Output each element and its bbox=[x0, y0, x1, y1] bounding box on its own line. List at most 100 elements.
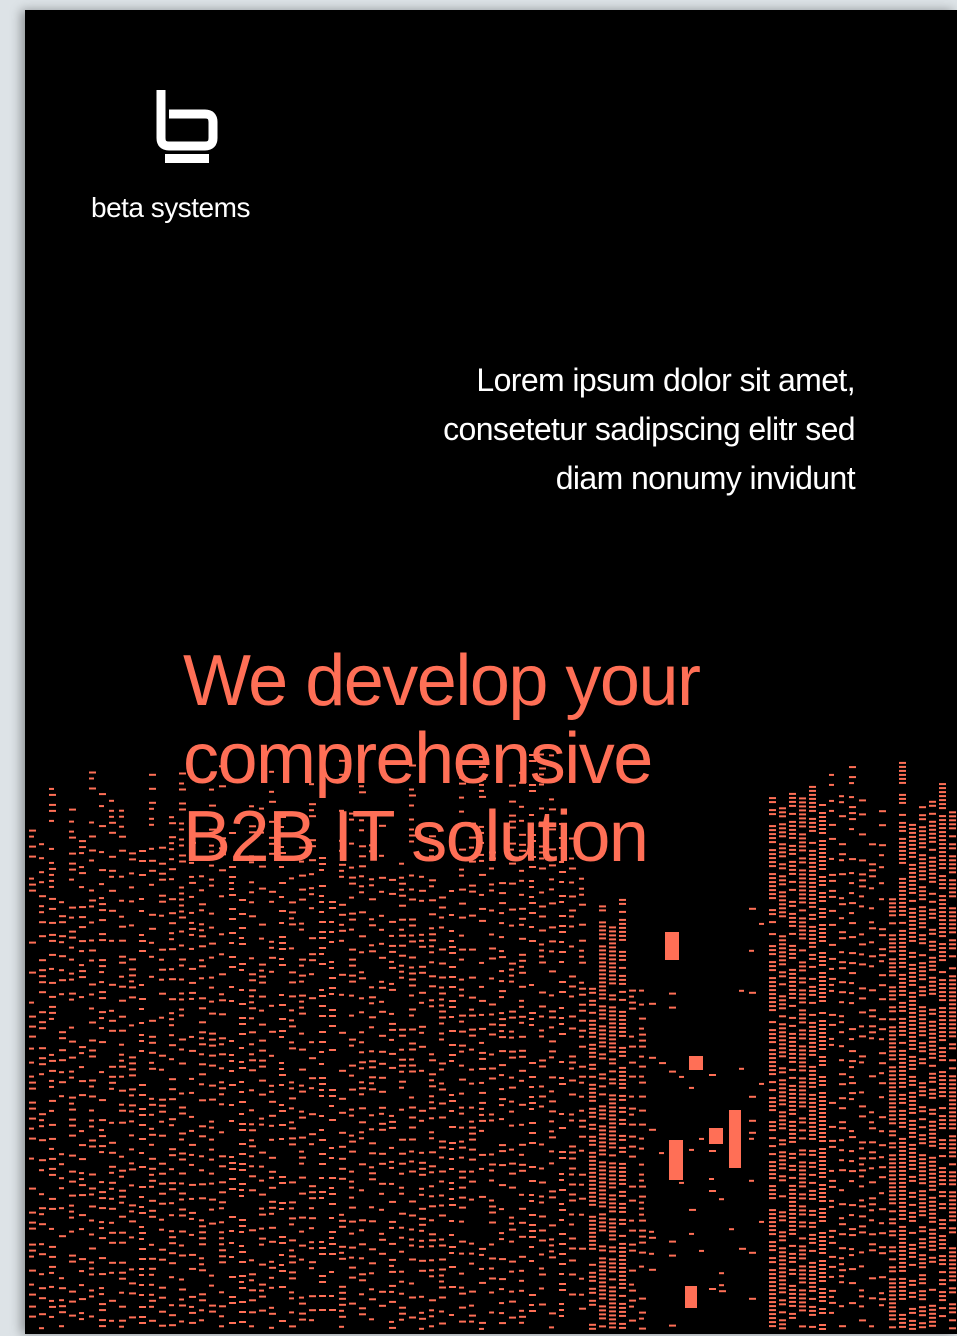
pattern-stripe bbox=[589, 999, 596, 1002]
pattern-stripe bbox=[929, 832, 936, 835]
pattern-stripe bbox=[469, 1170, 474, 1173]
pattern-stripe bbox=[819, 1324, 826, 1326]
pattern-stripe bbox=[299, 1012, 306, 1015]
pattern-stripe bbox=[39, 857, 44, 860]
pattern-stripe bbox=[839, 897, 844, 900]
pattern-stripe bbox=[929, 1304, 936, 1307]
pattern-stripe bbox=[519, 1315, 526, 1318]
pattern-stripe bbox=[829, 799, 834, 802]
pattern-stripe bbox=[609, 958, 616, 961]
pattern-stripe bbox=[99, 919, 106, 922]
pattern-stripe bbox=[169, 1214, 174, 1217]
pattern-stripe bbox=[459, 1156, 464, 1159]
pattern-stripe bbox=[309, 907, 314, 910]
pattern-stripe bbox=[369, 1220, 376, 1223]
pattern-stripe bbox=[329, 1119, 336, 1121]
pattern-stripe bbox=[819, 1152, 826, 1154]
pattern-stripe bbox=[939, 895, 946, 898]
pattern-stripe bbox=[819, 1120, 826, 1122]
pattern-stripe bbox=[799, 989, 806, 992]
pattern-stripe bbox=[629, 1289, 636, 1292]
pattern-stripe bbox=[169, 1182, 176, 1185]
pattern-stripe bbox=[819, 1220, 826, 1222]
pattern-stripe bbox=[289, 1009, 294, 1012]
pattern-stripe bbox=[419, 1269, 426, 1272]
pattern-stripe bbox=[809, 901, 816, 904]
pattern-stripe bbox=[809, 1269, 816, 1272]
pattern-stripe bbox=[129, 1204, 136, 1207]
pattern-stripe bbox=[889, 898, 896, 901]
pattern-stripe bbox=[899, 1153, 906, 1156]
pattern-stripe bbox=[199, 997, 206, 1000]
pattern-stripe bbox=[609, 1318, 616, 1321]
pattern-stripe bbox=[939, 823, 946, 826]
pattern-stripe bbox=[279, 1320, 286, 1322]
pattern-stripe bbox=[489, 977, 494, 980]
pattern-stripe bbox=[619, 1222, 626, 1225]
pattern-stripe bbox=[919, 1134, 926, 1137]
pattern-stripe bbox=[329, 1089, 336, 1091]
pattern-stripe bbox=[919, 1242, 926, 1245]
pattern-stripe bbox=[929, 1220, 936, 1223]
pattern-stripe bbox=[579, 1075, 586, 1078]
pattern-stripe bbox=[239, 1129, 246, 1131]
pattern-stripe bbox=[309, 1309, 316, 1312]
pattern-stripe bbox=[899, 1109, 906, 1112]
pattern-stripe bbox=[799, 1037, 806, 1040]
pattern-stripe bbox=[779, 883, 786, 886]
pattern-stripe bbox=[429, 1079, 434, 1082]
pattern-stripe bbox=[729, 1110, 741, 1168]
pattern-stripe bbox=[449, 1044, 456, 1046]
pattern-stripe bbox=[409, 1058, 414, 1061]
pattern-stripe bbox=[789, 988, 796, 991]
pattern-stripe bbox=[349, 1088, 356, 1091]
pattern-stripe bbox=[589, 1027, 596, 1030]
pattern-stripe bbox=[589, 991, 596, 994]
pattern-stripe bbox=[559, 941, 564, 943]
pattern-stripe bbox=[129, 996, 136, 999]
pattern-stripe bbox=[89, 983, 96, 986]
pattern-stripe bbox=[779, 851, 786, 854]
pattern-stripe bbox=[799, 1017, 806, 1020]
pattern-stripe bbox=[529, 1180, 536, 1182]
pattern-stripe bbox=[449, 1188, 454, 1190]
pattern-stripe bbox=[279, 958, 284, 960]
pattern-stripe bbox=[39, 1169, 44, 1172]
pattern-stripe bbox=[459, 1092, 464, 1095]
pattern-stripe bbox=[909, 1291, 916, 1294]
pattern-stripe bbox=[199, 889, 204, 892]
pattern-stripe bbox=[119, 1305, 126, 1308]
pattern-stripe bbox=[59, 1163, 64, 1166]
pattern-stripe bbox=[859, 1289, 864, 1292]
pattern-stripe bbox=[99, 1303, 106, 1306]
pattern-stripe bbox=[429, 961, 434, 964]
pattern-stripe bbox=[779, 1051, 786, 1054]
pattern-stripe bbox=[239, 1067, 246, 1069]
pattern-stripe bbox=[149, 1299, 156, 1302]
pattern-stripe bbox=[179, 1254, 186, 1257]
pattern-stripe bbox=[799, 813, 806, 816]
pattern-stripe bbox=[619, 1286, 626, 1289]
pattern-stripe bbox=[919, 1182, 926, 1185]
pattern-stripe bbox=[599, 1309, 606, 1312]
pattern-stripe bbox=[939, 999, 946, 1002]
pattern-stripe bbox=[769, 833, 776, 836]
pattern-stripe bbox=[829, 1101, 836, 1104]
pattern-stripe bbox=[179, 1038, 186, 1041]
pattern-stripe bbox=[589, 1019, 596, 1022]
pattern-stripe bbox=[779, 1299, 786, 1302]
pattern-stripe bbox=[209, 1038, 216, 1041]
pattern-stripe bbox=[99, 883, 104, 886]
pattern-stripe bbox=[799, 909, 806, 912]
pattern-stripe bbox=[809, 1285, 816, 1288]
pattern-stripe bbox=[389, 1120, 396, 1123]
pattern-stripe bbox=[169, 1188, 176, 1191]
pattern-stripe bbox=[409, 1170, 416, 1173]
pattern-stripe bbox=[399, 944, 406, 947]
pattern-stripe bbox=[819, 928, 826, 930]
pattern-stripe bbox=[779, 1175, 786, 1178]
pattern-stripe bbox=[89, 787, 96, 790]
pattern-stripe bbox=[349, 1220, 356, 1223]
pattern-stripe bbox=[899, 777, 906, 780]
pattern-stripe bbox=[609, 1194, 616, 1197]
